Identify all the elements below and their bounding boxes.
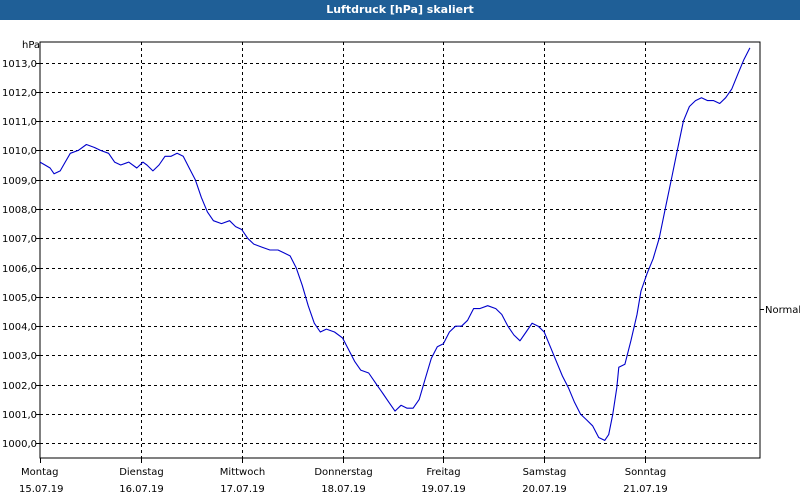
y-tick-label: 1005,0 (2, 293, 37, 304)
x-tick-date-label: 20.07.19 (522, 484, 567, 495)
x-tick-day-label: Montag (21, 467, 58, 478)
y-tick-label: 1007,0 (2, 234, 37, 245)
normal-label: Normal (765, 305, 800, 316)
pressure-chart: 1000,0 1001,0 1002,0 1003,0 1004,0 1005,0 1006… (2, 40, 800, 495)
grid-lines (39, 41, 761, 459)
x-tick-date-label: 15.07.19 (19, 484, 64, 495)
pressure-series-line (39, 47, 751, 441)
x-tick-date-label: 16.07.19 (119, 484, 164, 495)
x-tick-day-label: Sonntag (625, 467, 667, 478)
y-tick-label: 1011,0 (2, 117, 37, 128)
y-tick-label: 1004,0 (2, 322, 37, 333)
y-tick-label: 1008,0 (2, 205, 37, 216)
y-tick-label: 1013,0 (2, 59, 37, 70)
y-tick-label: 1002,0 (2, 381, 37, 392)
x-tick-date-label: 21.07.19 (623, 484, 668, 495)
x-tick-day-label: Dienstag (119, 467, 164, 478)
y-tick-label: 1003,0 (2, 351, 37, 362)
y-tick-label: 1009,0 (2, 176, 37, 187)
plot-series (39, 47, 751, 441)
x-tick-date-label: 17.07.19 (220, 484, 265, 495)
y-axis-label: hPa (22, 40, 40, 51)
x-tick-day-label: Freitag (426, 467, 460, 478)
x-tick-day-label: Samstag (523, 467, 567, 478)
x-tick-day-label: Donnerstag (314, 467, 372, 478)
y-tick-label: 1012,0 (2, 88, 37, 99)
y-axis: 1000,0 1001,0 1002,0 1003,0 1004,0 1005,0 1006… (2, 40, 40, 450)
y-tick-label: 1000,0 (2, 439, 37, 450)
plot-frame (39, 41, 761, 459)
x-tick-date-label: 19.07.19 (421, 484, 466, 495)
y-tick-label: 1010,0 (2, 146, 37, 157)
reference-marker: Normal (760, 305, 800, 316)
y-tick-label: 1006,0 (2, 264, 37, 275)
x-tick-day-label: Mittwoch (220, 467, 265, 478)
y-tick-label: 1001,0 (2, 410, 37, 421)
chart-title: Luftdruck [hPa] skaliert (0, 0, 800, 20)
chart-area: 1000,0 1001,0 1002,0 1003,0 1004,0 1005,0 1006… (0, 20, 800, 500)
x-tick-date-label: 18.07.19 (321, 484, 366, 495)
x-axis: Montag 15.07.19 Dienstag 16.07.19 Mittwoch 17… (19, 458, 668, 495)
